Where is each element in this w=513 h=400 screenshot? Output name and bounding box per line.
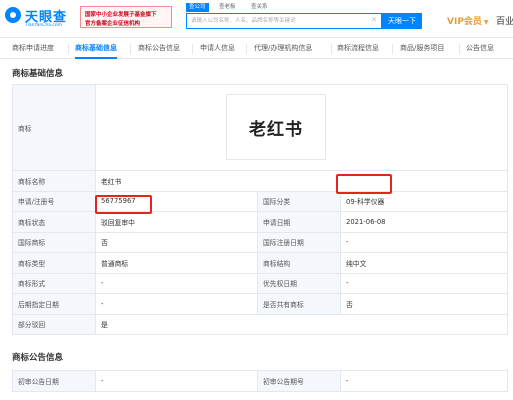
field-label: 商标结构 bbox=[257, 252, 341, 274]
field-value: 普通商标 bbox=[95, 252, 258, 274]
trademark-image[interactable]: 老红书 bbox=[226, 94, 326, 160]
search-input[interactable] bbox=[191, 15, 371, 27]
clear-icon[interactable]: ✕ bbox=[371, 16, 377, 24]
tab-goods-services[interactable]: 商品/服务项目 bbox=[400, 39, 444, 59]
field-label: 商标形式 bbox=[12, 272, 96, 294]
field-label: 国际分类 bbox=[257, 190, 341, 212]
tab-applicant-info[interactable]: 申请人信息 bbox=[200, 39, 235, 59]
field-value: - bbox=[95, 370, 258, 392]
field-value: 老红书 bbox=[94, 170, 509, 192]
field-label: 部分驳回 bbox=[12, 313, 96, 335]
search-tab-company[interactable]: 查公司 bbox=[186, 3, 209, 12]
chevron-down-icon: ▼ bbox=[483, 19, 489, 26]
field-value: 驳回复审中 bbox=[95, 211, 258, 233]
table-row: 商标状态 驳回复审中 申请日期 2021-06-08 bbox=[12, 211, 509, 233]
field-value: - bbox=[339, 272, 509, 294]
field-value: 56775967 bbox=[95, 190, 258, 212]
search-button[interactable]: 天眼一下 bbox=[382, 13, 422, 29]
field-label: 商标类型 bbox=[12, 252, 96, 274]
tab-basic-info[interactable]: 商标基础信息 bbox=[75, 39, 117, 59]
field-value: 否 bbox=[95, 231, 258, 253]
tab-divider bbox=[68, 44, 69, 54]
field-label: 商标状态 bbox=[12, 211, 96, 233]
field-value: - bbox=[339, 231, 509, 253]
section-title-basic: 商标基础信息 bbox=[12, 69, 64, 79]
merchant-link[interactable]: 百业 bbox=[496, 14, 513, 27]
table-row: 商标名称 老红书 bbox=[12, 170, 509, 192]
official-banner[interactable]: 国家中小企业发展子基金旗下 官方备案企业征信机构 bbox=[80, 6, 172, 28]
site-logo[interactable]: 天眼查 TianYanCha.com bbox=[5, 5, 77, 31]
field-label: 商标名称 bbox=[12, 170, 96, 192]
table-row: 后期指定日期 - 是否共有商标 否 bbox=[12, 293, 509, 315]
tab-divider bbox=[192, 44, 193, 54]
field-value: - bbox=[95, 293, 258, 315]
search-tab-boss[interactable]: 查老板 bbox=[216, 3, 239, 12]
vip-menu[interactable]: VIP会员 ▼ bbox=[447, 14, 489, 27]
field-value: 纯中文 bbox=[339, 252, 509, 274]
field-label: 后期指定日期 bbox=[12, 293, 96, 315]
table-row: 初审公告日期 - 初审公告期号 - bbox=[12, 370, 508, 392]
tab-divider bbox=[459, 44, 460, 54]
tab-agency-info[interactable]: 代理/办理机构信息 bbox=[254, 39, 312, 59]
field-value: 2021-06-08 bbox=[339, 211, 509, 233]
banner-line-2: 官方备案企业征信机构 bbox=[85, 21, 141, 27]
field-label: 国际注册日期 bbox=[257, 231, 341, 253]
table-row: 商标类型 普通商标 商标结构 纯中文 bbox=[12, 252, 509, 274]
vip-label: VIP会员 bbox=[447, 17, 482, 27]
top-header: 天眼查 TianYanCha.com 国家中小企业发展子基金旗下 官方备案企业征… bbox=[0, 0, 513, 38]
search-tab-relation[interactable]: 查关系 bbox=[248, 3, 271, 12]
table-row: 商标 老红书 bbox=[12, 84, 509, 171]
table-row: 申请/注册号 56775967 国际分类 09-科学仪器 bbox=[12, 190, 509, 212]
field-value: - bbox=[95, 272, 258, 294]
detail-tab-bar: 商标申请进度 商标基础信息 商标公告信息 申请人信息 代理/办理机构信息 商标流… bbox=[0, 39, 513, 59]
field-label: 优先权日期 bbox=[257, 272, 341, 294]
table-row: 商标形式 - 优先权日期 - bbox=[12, 272, 509, 294]
tab-divider bbox=[246, 44, 247, 54]
field-label: 国际商标 bbox=[12, 231, 96, 253]
field-label: 是否共有商标 bbox=[257, 293, 341, 315]
tab-announcement-info[interactable]: 商标公告信息 bbox=[138, 39, 180, 59]
field-label: 初审公告期号 bbox=[257, 370, 341, 392]
table-row: 部分驳回 是 bbox=[12, 313, 509, 335]
table-row: 国际商标 否 国际注册日期 - bbox=[12, 231, 509, 253]
tab-application-progress[interactable]: 商标申请进度 bbox=[12, 39, 54, 59]
tab-notice-info[interactable]: 公告信息 bbox=[466, 39, 494, 59]
search-box: ✕ bbox=[186, 13, 382, 29]
logo-subtitle: TianYanCha.com bbox=[25, 23, 63, 28]
section-title-announcement: 商标公告信息 bbox=[12, 353, 64, 363]
field-label: 初审公告日期 bbox=[12, 370, 96, 392]
banner-line-1: 国家中小企业发展子基金旗下 bbox=[85, 12, 157, 18]
eye-logo-icon bbox=[5, 7, 21, 23]
field-value: 是 bbox=[94, 313, 509, 335]
trademark-image-text: 老红书 bbox=[249, 120, 303, 140]
trademark-logo-label: 商标 bbox=[12, 84, 96, 171]
tab-divider bbox=[331, 44, 332, 54]
announcement-table: 初审公告日期 - 初审公告期号 - bbox=[12, 370, 508, 392]
basic-info-table: 商标 老红书 商标名称 老红书 申请/注册号 56775967 国际分类 09-… bbox=[12, 84, 509, 335]
field-value: - bbox=[340, 370, 508, 392]
tab-process-info[interactable]: 商标流程信息 bbox=[337, 39, 379, 59]
tab-divider bbox=[130, 44, 131, 54]
field-value: 否 bbox=[339, 293, 509, 315]
trademark-logo-cell: 老红书 bbox=[94, 84, 509, 171]
field-label: 申请日期 bbox=[257, 211, 341, 233]
field-label: 申请/注册号 bbox=[12, 190, 96, 212]
field-value: 09-科学仪器 bbox=[339, 190, 509, 212]
tab-divider bbox=[392, 44, 393, 54]
